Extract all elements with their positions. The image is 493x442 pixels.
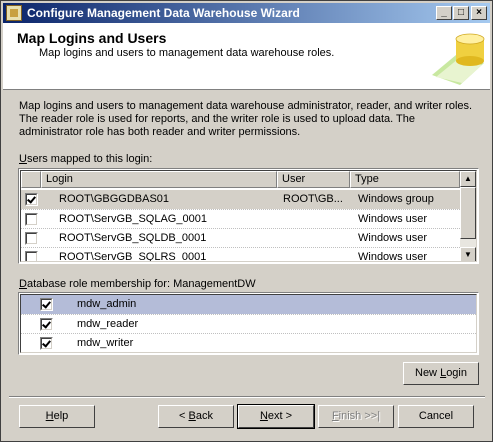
cancel-button[interactable]: Cancel bbox=[398, 405, 474, 428]
type-cell: Windows user bbox=[358, 251, 428, 262]
users-grid[interactable]: Login User Type ROOT\GBGGDBAS01 ROOT\GB.… bbox=[18, 168, 479, 264]
close-button[interactable]: × bbox=[471, 6, 487, 20]
wizard-window: Configure Management Data Warehouse Wiza… bbox=[0, 0, 493, 442]
login-cell: ROOT\GBGGDBAS01 bbox=[59, 193, 170, 205]
wizard-header: Map Logins and Users Map logins and user… bbox=[3, 23, 490, 90]
scroll-down-arrow-icon[interactable]: ▼ bbox=[460, 247, 476, 261]
wizard-app-icon bbox=[6, 5, 22, 21]
login-cell: ROOT\ServGB_SQLAG_0001 bbox=[59, 213, 207, 225]
new-login-button[interactable]: New Login bbox=[403, 362, 479, 385]
role-checkbox[interactable] bbox=[40, 298, 53, 311]
page-subtitle: Map logins and users to management data … bbox=[39, 47, 335, 59]
login-cell: ROOT\ServGB_SQLDB_0001 bbox=[59, 232, 207, 244]
window-title: Configure Management Data Warehouse Wiza… bbox=[27, 6, 300, 20]
wizard-description: Map logins and users to management data … bbox=[19, 100, 473, 138]
roles-section-label: Database role membership for: Management… bbox=[19, 278, 256, 290]
user-row-checkbox[interactable] bbox=[25, 232, 38, 245]
role-name: mdw_writer bbox=[77, 337, 134, 349]
user-cell bbox=[283, 210, 347, 229]
user-cell: ROOT\GB... bbox=[283, 193, 343, 205]
database-wizard-icon bbox=[426, 25, 488, 87]
back-button[interactable]: < Back bbox=[158, 405, 234, 428]
table-row[interactable]: ROOT\GBGGDBAS01 ROOT\GB... Windows group bbox=[21, 190, 460, 209]
list-item[interactable]: mdw_reader bbox=[21, 314, 476, 334]
scroll-up-arrow-icon[interactable]: ▲ bbox=[460, 171, 476, 187]
list-item[interactable]: mdw_writer bbox=[21, 333, 476, 352]
page-title: Map Logins and Users bbox=[17, 30, 167, 46]
help-button[interactable]: Help bbox=[19, 405, 95, 428]
maximize-button[interactable]: □ bbox=[453, 6, 469, 20]
users-header-checkbox[interactable] bbox=[21, 171, 41, 188]
type-cell: Windows user bbox=[358, 232, 428, 244]
users-vertical-scrollbar[interactable]: ▲ ▼ bbox=[460, 171, 476, 261]
login-cell: ROOT\ServGB_SQLRS_0001 bbox=[59, 251, 207, 262]
table-row[interactable]: ROOT\ServGB_SQLDB_0001 Windows user bbox=[21, 228, 460, 248]
type-cell: Windows user bbox=[358, 213, 428, 225]
scroll-thumb[interactable] bbox=[460, 187, 476, 239]
role-name: mdw_admin bbox=[77, 298, 137, 310]
users-header-type[interactable]: Type bbox=[350, 171, 460, 188]
user-cell bbox=[283, 248, 347, 261]
type-cell: Windows group bbox=[358, 193, 434, 205]
minimize-button[interactable]: _ bbox=[436, 6, 452, 20]
user-row-checkbox[interactable] bbox=[25, 213, 38, 226]
list-item[interactable]: mdw_admin bbox=[21, 295, 476, 314]
title-bar[interactable]: Configure Management Data Warehouse Wiza… bbox=[3, 3, 490, 23]
footer-separator bbox=[9, 396, 485, 398]
users-header-login[interactable]: Login bbox=[41, 171, 277, 188]
user-cell bbox=[283, 229, 347, 248]
next-button[interactable]: Next > bbox=[237, 404, 315, 429]
table-row[interactable]: ROOT\ServGB_SQLRS_0001 Windows user bbox=[21, 247, 460, 262]
role-checkbox[interactable] bbox=[40, 318, 53, 331]
users-header-user[interactable]: User bbox=[277, 171, 350, 188]
role-name: mdw_reader bbox=[77, 318, 139, 330]
table-row[interactable]: ROOT\ServGB_SQLAG_0001 Windows user bbox=[21, 209, 460, 229]
finish-button[interactable]: Finish >>| bbox=[318, 405, 394, 428]
users-section-label: Users mapped to this login: bbox=[19, 153, 153, 165]
role-checkbox[interactable] bbox=[40, 337, 53, 350]
user-row-checkbox[interactable] bbox=[25, 193, 38, 206]
roles-grid[interactable]: mdw_admin mdw_reader mdw_writer bbox=[18, 292, 479, 355]
user-row-checkbox[interactable] bbox=[25, 251, 38, 261]
